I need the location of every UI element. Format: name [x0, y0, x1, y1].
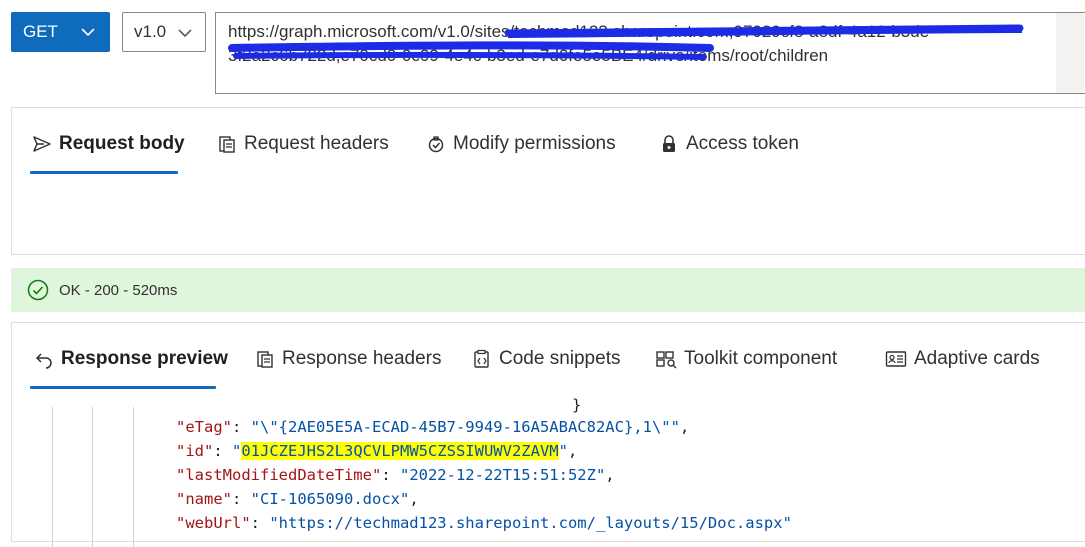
tab-access-token[interactable]: Access token: [659, 133, 799, 155]
active-tab-indicator: [30, 386, 216, 389]
tab-label: Toolkit component: [684, 348, 838, 369]
request-url-text[interactable]: https://graph.microsoft.com/v1.0/sites/t…: [228, 20, 1073, 68]
back-arrow-icon: [35, 353, 52, 369]
chevron-down-icon: [81, 28, 95, 37]
headers-icon: [257, 351, 273, 368]
api-version-dropdown[interactable]: v1.0: [122, 12, 206, 52]
api-version-label: v1.0: [134, 22, 167, 41]
adaptive-card-icon: [885, 351, 907, 367]
tab-modify-permissions[interactable]: Modify permissions: [426, 133, 616, 155]
json-key: "eTag": [176, 418, 232, 436]
tab-request-body[interactable]: Request body: [32, 133, 185, 155]
response-json-viewer[interactable]: } "eTag": "\"{2AE05E5A-ECAD-45B7-9949-16…: [12, 396, 1085, 547]
code-snippet-icon: [474, 349, 489, 368]
http-method-dropdown[interactable]: GET: [11, 12, 110, 52]
json-value: "\"{2AE05E5A-ECAD-45B7-9949-16A5ABAC82AC…: [250, 418, 680, 436]
json-key: "lastModifiedDateTime": [176, 466, 382, 484]
tab-label: Response preview: [61, 348, 228, 369]
json-value: "CI-1065090.docx": [250, 490, 410, 508]
tab-response-preview[interactable]: Response preview: [34, 348, 228, 370]
json-value: "https://techmad123.sharepoint.com/_layo…: [269, 514, 792, 532]
indent-guide: [92, 407, 93, 547]
json-quote: ": [232, 442, 242, 460]
url-line-2: 3f2a2c6b722d,e70cd0-0c09-4e4c-b3ed-e7d0f…: [228, 46, 829, 65]
permissions-icon: [428, 136, 444, 153]
json-key: "name": [176, 490, 232, 508]
active-tab-indicator: [30, 171, 178, 174]
tab-code-snippets[interactable]: Code snippets: [472, 348, 620, 370]
tab-adaptive-cards[interactable]: Adaptive cards: [885, 348, 1040, 370]
tab-toolkit-component[interactable]: Toolkit component: [655, 348, 837, 370]
tab-label: Response headers: [282, 348, 442, 369]
tab-request-headers[interactable]: Request headers: [217, 133, 389, 155]
request-url-input[interactable]: https://graph.microsoft.com/v1.0/sites/t…: [215, 12, 1085, 94]
send-icon: [33, 136, 51, 152]
tab-response-headers[interactable]: Response headers: [255, 348, 442, 370]
toolkit-icon: [656, 351, 677, 369]
code-line-etag: "eTag": "\"{2AE05E5A-ECAD-45B7-9949-16A5…: [176, 418, 690, 436]
json-key: "webUrl": [176, 514, 251, 532]
code-line-weburl: "webUrl": "https://techmad123.sharepoint…: [176, 514, 792, 532]
json-value: "2022-12-22T15:51:52Z": [399, 466, 606, 484]
tab-label: Code snippets: [499, 348, 621, 369]
highlighted-id-value: 01JCZEJHS2L3QCVLPMW5CZSSIWUWV2ZAVM: [241, 442, 559, 460]
lock-icon: [663, 135, 675, 152]
code-line-last-modified: "lastModifiedDateTime": "2022-12-22T15:5…: [176, 466, 615, 484]
response-status-bar: OK - 200 - 520ms: [11, 268, 1085, 312]
request-panel: Request body Request headers Modify perm…: [11, 107, 1085, 255]
status-text: OK - 200 - 520ms: [59, 281, 178, 299]
code-line-id: "id": "01JCZEJHS2L3QCVLPMW5CZSSIWUWV2ZAV…: [176, 442, 578, 460]
tab-label: Request headers: [244, 133, 389, 154]
tab-label: Access token: [686, 133, 799, 154]
json-key: "id": [176, 442, 214, 460]
chevron-down-icon: [178, 29, 192, 38]
url-scrollbar[interactable]: [1056, 13, 1084, 93]
response-panel: Response preview Response headers Code s…: [11, 322, 1085, 547]
json-quote: ": [558, 442, 568, 460]
indent-guide: [52, 407, 53, 547]
tab-label: Modify permissions: [453, 133, 616, 154]
url-line-1: https://graph.microsoft.com/v1.0/sites/t…: [228, 22, 930, 41]
tab-label: Request body: [59, 133, 185, 154]
indent-guide: [133, 407, 134, 547]
headers-icon: [219, 136, 235, 153]
code-line-name: "name": "CI-1065090.docx",: [176, 490, 419, 508]
success-check-icon: [27, 279, 49, 301]
http-method-label: GET: [23, 22, 58, 41]
code-line-partial: }: [572, 396, 582, 414]
tab-label: Adaptive cards: [914, 348, 1040, 369]
